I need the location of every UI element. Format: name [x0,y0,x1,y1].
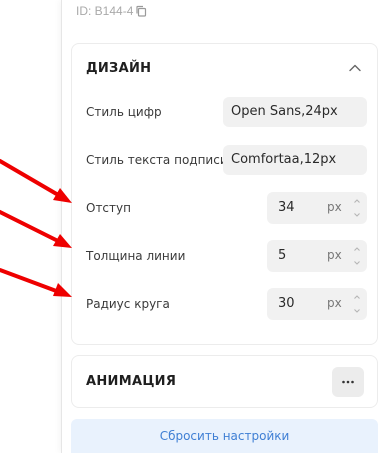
animation-more-button[interactable] [332,367,364,397]
increment-icon[interactable] [353,245,361,253]
element-id: ID: B144-4 [76,4,147,18]
circle-radius-unit: px [327,296,342,310]
copy-icon[interactable] [135,5,147,17]
circle-radius-value[interactable]: 30 [278,296,295,311]
digit-style-label: Стиль цифр [86,105,162,119]
design-section: ДИЗАЙН Стиль цифр Open Sans,24px Стиль т… [71,43,378,345]
line-width-value[interactable]: 5 [278,248,286,263]
decrement-icon[interactable] [353,307,361,315]
more-horizontal-icon [342,380,354,384]
padding-unit: px [327,200,342,214]
animation-section: АНИМАЦИЯ [71,355,378,408]
decrement-icon[interactable] [353,211,361,219]
chevron-up-icon [349,64,361,72]
caption-style-label: Стиль текста подписи [86,153,228,167]
animation-section-title: АНИМАЦИЯ [86,374,177,389]
line-width-unit: px [327,248,342,262]
collapse-design-button[interactable] [347,60,363,76]
digit-style-field[interactable]: Open Sans,24px [223,97,367,127]
padding-label: Отступ [86,201,131,215]
circle-radius-stepper[interactable]: 30 px [267,288,367,320]
element-id-text: ID: B144-4 [76,4,134,18]
caption-style-field[interactable]: Comfortaa,12px [223,145,367,175]
design-section-title: ДИЗАЙН [86,61,152,76]
line-width-label: Толщина линии [86,249,186,263]
decrement-icon[interactable] [353,259,361,267]
increment-icon[interactable] [353,197,361,205]
reset-settings-button[interactable]: Сбросить настройки [71,419,378,453]
padding-value[interactable]: 34 [278,200,295,215]
line-width-stepper[interactable]: 5 px [267,240,367,272]
circle-radius-label: Радиус круга [86,297,170,311]
increment-icon[interactable] [353,293,361,301]
padding-stepper[interactable]: 34 px [267,192,367,224]
